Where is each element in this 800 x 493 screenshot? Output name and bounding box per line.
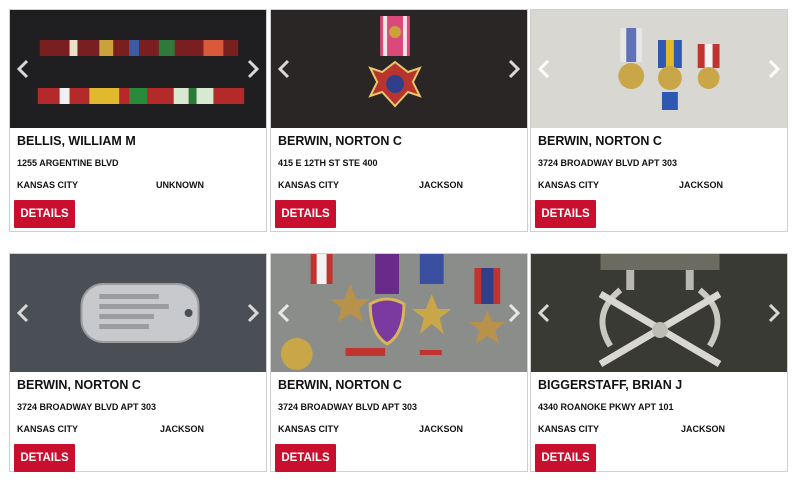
city: KANSAS CITY	[17, 180, 79, 190]
veteran-name: BIGGERSTAFF, BRIAN J	[538, 378, 683, 392]
address: 1255 ARGENTINE BLVD	[17, 158, 119, 168]
chevron-left-icon[interactable]	[275, 301, 293, 325]
details-button[interactable]: DETAILS	[14, 444, 75, 472]
three-medals-photo[interactable]	[531, 10, 787, 128]
listing-card: BERWIN, NORTON C 3724 BROADWAY BLVD APT …	[270, 253, 528, 472]
address: 3724 BROADWAY BLVD APT 303	[538, 158, 678, 168]
listing-card: BELLIS, WILLIAM M 1255 ARGENTINE BLVD KA…	[9, 9, 267, 232]
chevron-left-icon[interactable]	[14, 301, 32, 325]
medal-collection-photo[interactable]	[271, 254, 527, 372]
veteran-name: BERWIN, NORTON C	[278, 134, 402, 148]
ribbon-bars-photo[interactable]	[10, 10, 266, 128]
veteran-name: BELLIS, WILLIAM M	[17, 134, 136, 148]
chevron-right-icon[interactable]	[244, 301, 262, 325]
details-button[interactable]: DETAILS	[275, 200, 336, 228]
city: KANSAS CITY	[538, 424, 600, 434]
veteran-name: BERWIN, NORTON C	[278, 378, 402, 392]
city: KANSAS CITY	[278, 180, 340, 190]
chevron-left-icon[interactable]	[535, 301, 553, 325]
county: JACKSON	[681, 424, 726, 434]
city: KANSAS CITY	[278, 424, 340, 434]
details-button[interactable]: DETAILS	[535, 444, 596, 472]
city: KANSAS CITY	[538, 180, 600, 190]
county: UNKNOWN	[156, 180, 204, 190]
chevron-right-icon[interactable]	[765, 301, 783, 325]
crossed-rifles-insignia-photo[interactable]	[531, 254, 787, 372]
city: KANSAS CITY	[17, 424, 79, 434]
chevron-left-icon[interactable]	[535, 57, 553, 81]
county: JACKSON	[679, 180, 724, 190]
address: 4340 ROANOKE PKWY APT 101	[538, 402, 674, 412]
address: 3724 BROADWAY BLVD APT 303	[17, 402, 157, 412]
dog-tag-photo[interactable]	[10, 254, 266, 372]
listing-card: BERWIN, NORTON C 3724 BROADWAY BLVD APT …	[530, 9, 788, 232]
address: 415 E 12TH ST STE 400	[278, 158, 378, 168]
details-button[interactable]: DETAILS	[535, 200, 596, 228]
county: JACKSON	[419, 180, 464, 190]
county: JACKSON	[160, 424, 205, 434]
veteran-name: BERWIN, NORTON C	[17, 378, 141, 392]
details-button[interactable]: DETAILS	[14, 200, 75, 228]
chevron-left-icon[interactable]	[275, 57, 293, 81]
legion-of-merit-medal-photo[interactable]	[271, 10, 527, 128]
chevron-right-icon[interactable]	[765, 57, 783, 81]
listing-card: BERWIN, NORTON C 415 E 12TH ST STE 400 K…	[270, 9, 528, 232]
county: JACKSON	[419, 424, 464, 434]
chevron-right-icon[interactable]	[244, 57, 262, 81]
veteran-name: BERWIN, NORTON C	[538, 134, 662, 148]
chevron-right-icon[interactable]	[505, 301, 523, 325]
listing-card: BERWIN, NORTON C 3724 BROADWAY BLVD APT …	[9, 253, 267, 472]
listing-card: BIGGERSTAFF, BRIAN J 4340 ROANOKE PKWY A…	[530, 253, 788, 472]
chevron-left-icon[interactable]	[14, 57, 32, 81]
details-button[interactable]: DETAILS	[275, 444, 336, 472]
address: 3724 BROADWAY BLVD APT 303	[278, 402, 418, 412]
chevron-right-icon[interactable]	[505, 57, 523, 81]
